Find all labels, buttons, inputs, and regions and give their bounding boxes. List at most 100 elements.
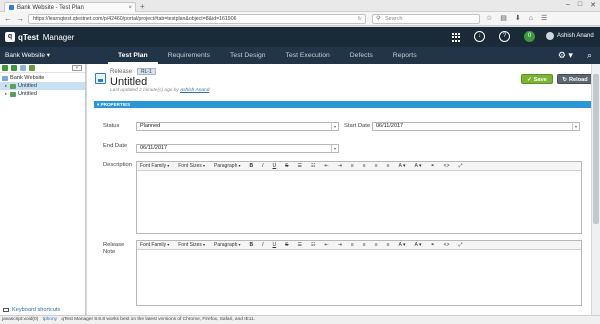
- link-icon[interactable]: ⚭: [430, 163, 434, 169]
- tab-test-design[interactable]: Test Design: [220, 47, 276, 64]
- end-date-picker[interactable]: 06/11/2017 ▾: [136, 144, 339, 153]
- release-title[interactable]: Untitled: [110, 76, 147, 88]
- align-center-icon[interactable]: ≡: [363, 163, 366, 169]
- font-family-dropdown[interactable]: Font Family: [140, 163, 169, 169]
- align-right-icon[interactable]: ≡: [375, 242, 378, 248]
- numbered-list-icon[interactable]: ☷: [311, 163, 315, 169]
- font-sizes-dropdown[interactable]: Font Sizes: [178, 163, 205, 169]
- bullet-list-icon[interactable]: ☰: [297, 242, 301, 248]
- status-link[interactable]: tphony: [43, 317, 57, 322]
- last-updated-user-link[interactable]: Ashish Anand: [180, 88, 209, 93]
- save-button[interactable]: ✓ Save: [521, 74, 553, 84]
- bookmark-star-icon[interactable]: ☆: [486, 14, 492, 24]
- tree-item-release-1[interactable]: ▸ Untitled: [0, 82, 85, 90]
- notification-bell-icon[interactable]: 0: [524, 31, 535, 42]
- tree-root[interactable]: Bank Website: [0, 74, 85, 82]
- underline-icon[interactable]: U: [273, 163, 277, 169]
- content-scrollbar[interactable]: [591, 64, 600, 315]
- underline-icon[interactable]: U: [273, 242, 277, 248]
- reading-list-icon[interactable]: ▤: [500, 14, 507, 24]
- paragraph-dropdown[interactable]: Paragraph: [214, 242, 240, 248]
- tab-test-plan[interactable]: Test Plan: [108, 47, 158, 64]
- background-color-icon[interactable]: A ▾: [415, 242, 422, 248]
- tab-defects[interactable]: Defects: [340, 47, 383, 64]
- menu-icon[interactable]: ☰: [541, 14, 547, 24]
- bold-icon[interactable]: B: [249, 242, 253, 248]
- italic-icon[interactable]: I: [262, 242, 263, 248]
- tab-requirements[interactable]: Requirements: [158, 47, 220, 64]
- outdent-icon[interactable]: ⇤: [324, 242, 328, 248]
- background-color-icon[interactable]: A ▾: [415, 163, 422, 169]
- maximize-icon[interactable]: □: [578, 1, 582, 9]
- numbered-list-icon[interactable]: ☷: [311, 242, 315, 248]
- description-editor-toolbar: Font Family Font Sizes Paragraph B I U S…: [137, 162, 581, 171]
- filter-icon[interactable]: [29, 65, 35, 71]
- text-color-icon[interactable]: A ▾: [399, 242, 406, 248]
- source-code-icon[interactable]: <>: [444, 242, 450, 248]
- align-left-icon[interactable]: ≡: [351, 242, 354, 248]
- bullet-list-icon[interactable]: ☰: [297, 163, 301, 169]
- add-cycle-icon[interactable]: [11, 65, 17, 71]
- align-left-icon[interactable]: ≡: [351, 163, 354, 169]
- keyboard-shortcuts-link[interactable]: Keyboard shortcuts: [3, 307, 60, 313]
- fullscreen-icon[interactable]: ⤢: [459, 242, 463, 248]
- tab-close-icon[interactable]: ×: [128, 5, 132, 11]
- url-input[interactable]: https://learnqtest.qtestnet.com/p/42460/…: [28, 14, 366, 24]
- bold-icon[interactable]: B: [249, 163, 253, 169]
- fullscreen-icon[interactable]: ⤢: [459, 163, 463, 169]
- back-icon[interactable]: ←: [3, 14, 13, 24]
- global-search-icon[interactable]: ⌕: [587, 50, 592, 61]
- apps-grid-icon[interactable]: [452, 31, 460, 42]
- new-tab-icon[interactable]: +: [140, 3, 145, 11]
- tab-test-execution[interactable]: Test Execution: [276, 47, 340, 64]
- minimize-icon[interactable]: –: [566, 1, 570, 9]
- tab-reports[interactable]: Reports: [383, 47, 427, 64]
- browser-tab[interactable]: Bank Website - Test Plan ×: [4, 2, 136, 12]
- forward-icon[interactable]: →: [15, 14, 25, 24]
- release-note-label-line1: Release: [103, 242, 125, 248]
- settings-gear-icon[interactable]: ⚙ ▾: [558, 50, 573, 61]
- properties-section-header[interactable]: ▾ PROPERTIES: [94, 101, 594, 108]
- collapse-panel-icon[interactable]: «: [72, 65, 82, 71]
- refresh-tree-icon[interactable]: [20, 65, 26, 71]
- scrollbar-thumb[interactable]: [593, 74, 599, 224]
- status-select[interactable]: Planned ▾: [136, 122, 339, 131]
- release-detail: Release RL-1 Untitled Last updated 2 min…: [87, 64, 600, 315]
- project-selector[interactable]: Bank Website ▾: [5, 47, 50, 64]
- download-icon[interactable]: ↓: [474, 31, 485, 42]
- user-menu[interactable]: Ashish Anand: [546, 32, 594, 40]
- browser-search-input[interactable]: ⚲ Search: [372, 14, 480, 24]
- page-reload-icon[interactable]: ↻: [358, 15, 362, 23]
- downloads-icon[interactable]: ⬇: [515, 14, 521, 24]
- qtest-logo[interactable]: q qTest Manager: [5, 32, 74, 42]
- status-value: Planned: [140, 123, 161, 129]
- align-center-icon[interactable]: ≡: [363, 242, 366, 248]
- justify-icon[interactable]: ≡: [387, 163, 390, 169]
- font-sizes-dropdown[interactable]: Font Sizes: [178, 242, 205, 248]
- start-date-value: 06/11/2017: [376, 123, 404, 129]
- close-window-icon[interactable]: ✕: [590, 1, 596, 9]
- italic-icon[interactable]: I: [262, 163, 263, 169]
- release-note-editor[interactable]: Font Family Font Sizes Paragraph B I U S…: [136, 240, 582, 306]
- source-code-icon[interactable]: <>: [444, 163, 450, 169]
- indent-icon[interactable]: ⇥: [338, 242, 342, 248]
- align-right-icon[interactable]: ≡: [375, 163, 378, 169]
- description-editor[interactable]: Font Family Font Sizes Paragraph B I U S…: [136, 161, 582, 234]
- home-icon[interactable]: ⌂: [529, 14, 533, 24]
- strikethrough-icon[interactable]: S: [285, 242, 288, 248]
- status-label: Status: [103, 123, 120, 129]
- help-icon[interactable]: ?: [499, 31, 510, 42]
- justify-icon[interactable]: ≡: [387, 242, 390, 248]
- start-date-picker[interactable]: 06/11/2017 ▾: [372, 122, 580, 131]
- outdent-icon[interactable]: ⇤: [324, 163, 328, 169]
- indent-icon[interactable]: ⇥: [338, 163, 342, 169]
- reload-button[interactable]: ↻ Reload: [557, 74, 593, 84]
- strikethrough-icon[interactable]: S: [285, 163, 288, 169]
- last-updated-text: Last updated 2 minute(s) ago by Ashish A…: [110, 88, 209, 93]
- add-release-icon[interactable]: [2, 65, 8, 71]
- font-family-dropdown[interactable]: Font Family: [140, 242, 169, 248]
- text-color-icon[interactable]: A ▾: [399, 163, 406, 169]
- tree-item-release-2[interactable]: ▸ Untitled: [0, 90, 85, 98]
- paragraph-dropdown[interactable]: Paragraph: [214, 163, 240, 169]
- link-icon[interactable]: ⚭: [430, 242, 434, 248]
